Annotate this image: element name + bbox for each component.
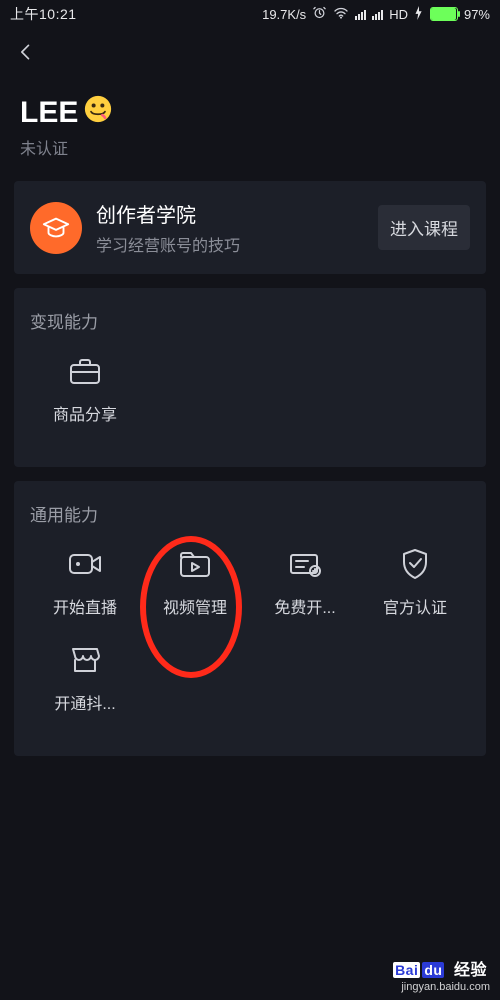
monetize-section: 变现能力 商品分享 bbox=[14, 288, 486, 467]
official-verify-button[interactable]: 官方认证 bbox=[360, 546, 470, 618]
store-icon bbox=[67, 642, 103, 678]
cell-label: 商品分享 bbox=[53, 401, 117, 425]
profile-name: LEE bbox=[20, 96, 78, 130]
enter-course-button[interactable]: 进入课程 bbox=[378, 205, 470, 250]
ticket-icon bbox=[287, 546, 323, 582]
cell-label: 开始直播 bbox=[53, 594, 117, 618]
graduation-icon bbox=[30, 202, 82, 254]
battery-pct: 97% bbox=[464, 7, 490, 22]
wm-c: 经验 bbox=[452, 962, 489, 979]
academy-sub: 学习经营账号的技巧 bbox=[96, 232, 364, 256]
net-speed: 19.7K/s bbox=[262, 7, 306, 22]
wm-url: jingyan.baidu.com bbox=[392, 981, 490, 994]
wifi-icon bbox=[333, 6, 349, 23]
general-title: 通用能力 bbox=[30, 501, 470, 526]
back-button[interactable] bbox=[14, 28, 486, 67]
cell-label: 官方认证 bbox=[383, 594, 447, 618]
general-section: 通用能力 开始直播 视频管理 免费开... bbox=[14, 481, 486, 756]
free-open-button[interactable]: 免费开... bbox=[250, 546, 360, 618]
charging-icon bbox=[414, 6, 424, 23]
open-douyin-button[interactable]: 开通抖... bbox=[30, 642, 140, 714]
status-bar: 上午10:21 19.7K/s HD 97% bbox=[0, 0, 500, 28]
status-right: 19.7K/s HD 97% bbox=[262, 5, 490, 23]
video-folder-icon bbox=[177, 546, 213, 582]
academy-title: 创作者学院 bbox=[96, 199, 364, 228]
alarm-icon bbox=[312, 5, 327, 23]
cell-label: 开通抖... bbox=[54, 690, 115, 714]
product-share-button[interactable]: 商品分享 bbox=[30, 353, 140, 425]
signal-icon-2 bbox=[372, 8, 383, 20]
profile-header: LEE 未认证 bbox=[14, 67, 486, 181]
signal-icon-1 bbox=[355, 8, 366, 20]
academy-card[interactable]: 创作者学院 学习经营账号的技巧 进入课程 bbox=[14, 181, 486, 274]
hd-label: HD bbox=[389, 7, 408, 22]
emoji-icon bbox=[84, 95, 112, 131]
monetize-title: 变现能力 bbox=[30, 308, 470, 333]
cell-label: 视频管理 bbox=[163, 594, 227, 618]
briefcase-icon bbox=[67, 353, 103, 389]
watermark: Baidu 经验 jingyan.baidu.com bbox=[392, 959, 490, 994]
video-manage-button[interactable]: 视频管理 bbox=[140, 546, 250, 618]
battery-icon bbox=[430, 7, 458, 21]
status-time: 上午10:21 bbox=[10, 4, 77, 24]
verify-status: 未认证 bbox=[20, 135, 480, 159]
shield-icon bbox=[397, 546, 433, 582]
cell-label: 免费开... bbox=[274, 594, 335, 618]
wm-b: du bbox=[422, 962, 444, 978]
wm-a: Bai bbox=[393, 962, 420, 978]
video-camera-icon bbox=[67, 546, 103, 582]
start-live-button[interactable]: 开始直播 bbox=[30, 546, 140, 618]
